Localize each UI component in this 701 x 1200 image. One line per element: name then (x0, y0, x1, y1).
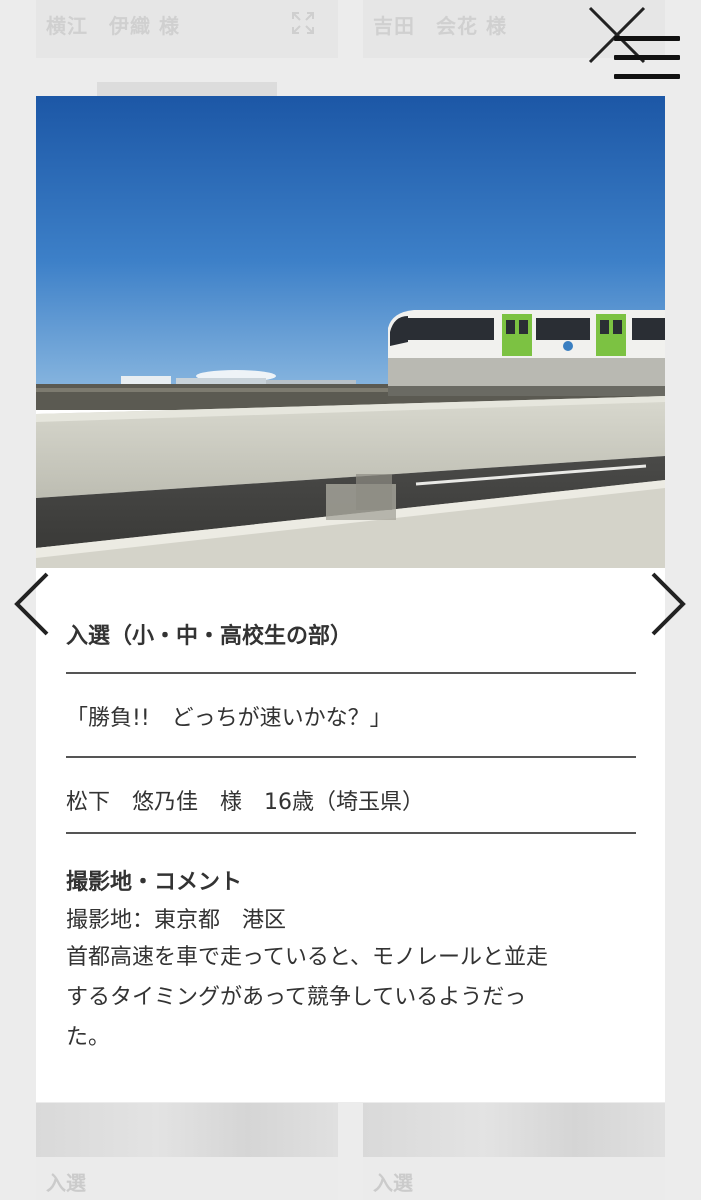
comment-line: た。 (66, 1025, 111, 1050)
gallery-card-bottom-right: 入選 (363, 1103, 665, 1200)
gallery-photo (363, 1103, 665, 1157)
photo-title: 「勝負!! どっちが速いかな？」 (66, 706, 392, 731)
award-category: 入選（小・中・高校生の部） (66, 624, 353, 649)
divider (66, 756, 636, 758)
divider (66, 832, 636, 834)
gallery-card-award: 入選 (46, 1171, 86, 1195)
comment-heading: 撮影地・コメント (66, 870, 243, 895)
menu-button[interactable] (614, 36, 680, 82)
photographer-info: 松下 悠乃佳 様 16歳（埼玉県） (66, 790, 424, 815)
expand-icon (292, 12, 314, 34)
gallery-card-name: 横江 伊織 様 (46, 14, 180, 38)
gallery-card-top-left: 横江 伊織 様 (36, 0, 338, 58)
gallery-photo (36, 1103, 338, 1157)
comment-text: 首都高速を車で走っていると、モノレールと並走 するタイミングがあって競争している… (66, 938, 626, 1058)
gallery-card-award: 入選 (373, 1171, 413, 1195)
contest-photo (36, 96, 665, 568)
shooting-location: 撮影地：東京都 港区 (66, 908, 287, 933)
hamburger-line (614, 74, 680, 79)
hamburger-menu-icon (614, 36, 680, 41)
comment-line: するタイミングがあって競争しているようだっ (66, 985, 527, 1010)
hamburger-line (614, 55, 680, 60)
photo-detail-modal: 入選（小・中・高校生の部） 「勝負!! どっちが速いかな？」 松下 悠乃佳 様 … (36, 96, 665, 1102)
chevron-right-icon (651, 572, 686, 636)
next-photo-button[interactable] (650, 572, 686, 636)
divider (66, 672, 636, 674)
gallery-card-bottom-left: 入選 (36, 1103, 338, 1200)
gallery-card-name: 吉田 会花 様 (373, 14, 507, 38)
chevron-left-icon (14, 572, 49, 636)
comment-line: 首都高速を車で走っていると、モノレールと並走 (66, 945, 549, 970)
previous-photo-button[interactable] (14, 572, 50, 636)
